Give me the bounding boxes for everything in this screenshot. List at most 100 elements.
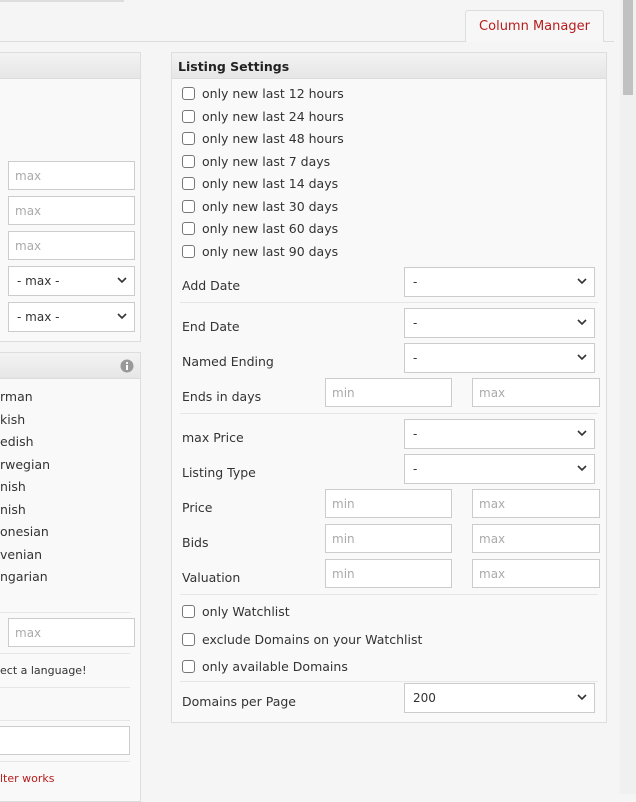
- max-select-2[interactable]: - max -: [8, 302, 135, 332]
- chevron-down-icon: [117, 277, 127, 284]
- only-new-30d-checkbox[interactable]: only new last 30 days: [182, 199, 338, 214]
- only-new-90d-checkbox[interactable]: only new last 90 days: [182, 244, 338, 259]
- add-date-label: Add Date: [182, 278, 241, 293]
- valuation-min[interactable]: [325, 559, 452, 588]
- end-date-select[interactable]: -: [404, 308, 595, 338]
- only-watchlist-checkbox[interactable]: only Watchlist: [182, 604, 290, 619]
- text-input[interactable]: [0, 726, 130, 755]
- chevron-down-icon: [117, 313, 127, 320]
- language-item[interactable]: nish: [0, 476, 50, 499]
- exclude-watchlist-checkbox[interactable]: exclude Domains on your Watchlist: [182, 632, 422, 647]
- checkbox-label: only new last 12 hours: [202, 86, 344, 101]
- checkbox-label: only new last 7 days: [202, 154, 331, 169]
- divider: [0, 687, 130, 688]
- max-input-1[interactable]: [8, 161, 135, 190]
- divider: [180, 681, 598, 682]
- divider: [0, 612, 130, 613]
- only-new-60d-checkbox[interactable]: only new last 60 days: [182, 221, 338, 236]
- bids-max[interactable]: [472, 524, 600, 553]
- scrollbar[interactable]: [620, 0, 636, 794]
- language-item[interactable]: ngarian: [0, 566, 50, 589]
- chevron-down-icon: [577, 430, 587, 437]
- ends-in-days-label: Ends in days: [182, 389, 262, 404]
- chevron-down-icon: [577, 694, 587, 701]
- checkbox[interactable]: [182, 660, 195, 673]
- checkbox[interactable]: [182, 633, 195, 646]
- only-new-48h-checkbox[interactable]: only new last 48 hours: [182, 131, 344, 146]
- language-item[interactable]: onesian: [0, 521, 50, 544]
- max-input-3[interactable]: [8, 231, 135, 260]
- bids-min[interactable]: [325, 524, 452, 553]
- top-tab-border: [0, 0, 124, 2]
- language-list: rman kish edish rwegian nish nish onesia…: [0, 386, 50, 589]
- checkbox-label: only new last 60 days: [202, 221, 339, 236]
- checkbox-label: only new last 30 days: [202, 199, 339, 214]
- ends-in-days-max[interactable]: [472, 378, 600, 407]
- divider: [180, 413, 598, 414]
- chevron-down-icon: [577, 465, 587, 472]
- end-date-label: End Date: [182, 319, 240, 334]
- max-price-label: max Price: [182, 430, 244, 445]
- info-icon[interactable]: [120, 359, 134, 373]
- filter-help-link[interactable]: lter works: [0, 772, 55, 785]
- only-new-12h-checkbox[interactable]: only new last 12 hours: [182, 86, 344, 101]
- checkbox-label: only new last 24 hours: [202, 109, 344, 124]
- panel-header: [0, 353, 140, 379]
- checkbox[interactable]: [182, 245, 195, 258]
- divider: [180, 594, 598, 595]
- checkbox[interactable]: [182, 132, 195, 145]
- max-select-1[interactable]: - max -: [8, 266, 135, 296]
- chevron-down-icon: [577, 278, 587, 285]
- checkbox[interactable]: [182, 200, 195, 213]
- checkbox-label: only new last 90 days: [202, 244, 339, 259]
- panel-header: [0, 53, 140, 79]
- checkbox[interactable]: [182, 87, 195, 100]
- price-min[interactable]: [325, 489, 452, 518]
- domains-per-page-select[interactable]: 200: [404, 683, 595, 713]
- checkbox[interactable]: [182, 110, 195, 123]
- valuation-label: Valuation: [182, 570, 241, 585]
- max-input-4[interactable]: [8, 618, 135, 647]
- chevron-down-icon: [577, 319, 587, 326]
- bids-label: Bids: [182, 535, 209, 550]
- language-item[interactable]: nish: [0, 499, 50, 522]
- checkbox[interactable]: [182, 222, 195, 235]
- price-label: Price: [182, 500, 213, 515]
- language-item[interactable]: kish: [0, 409, 50, 432]
- checkbox-label: only new last 14 days: [202, 176, 339, 191]
- checkbox-label: only available Domains: [202, 659, 348, 674]
- chevron-down-icon: [577, 354, 587, 361]
- valuation-max[interactable]: [472, 559, 600, 588]
- domains-per-page-label: Domains per Page: [182, 694, 296, 709]
- checkbox[interactable]: [182, 177, 195, 190]
- max-price-select[interactable]: -: [404, 419, 595, 449]
- checkbox-label: only Watchlist: [202, 604, 290, 619]
- divider: [0, 653, 130, 654]
- add-date-select[interactable]: -: [404, 267, 595, 297]
- named-ending-label: Named Ending: [182, 354, 274, 369]
- language-item[interactable]: rwegian: [0, 454, 50, 477]
- divider: [180, 302, 598, 303]
- named-ending-select[interactable]: -: [404, 343, 595, 373]
- language-item[interactable]: venian: [0, 544, 50, 567]
- checkbox[interactable]: [182, 605, 195, 618]
- only-new-24h-checkbox[interactable]: only new last 24 hours: [182, 109, 344, 124]
- divider: [0, 761, 130, 762]
- only-available-checkbox[interactable]: only available Domains: [182, 659, 348, 674]
- only-new-14d-checkbox[interactable]: only new last 14 days: [182, 176, 338, 191]
- listing-type-select[interactable]: -: [404, 454, 595, 484]
- divider: [0, 720, 130, 721]
- language-item[interactable]: rman: [0, 386, 50, 409]
- ends-in-days-min[interactable]: [325, 378, 452, 407]
- column-manager-tab[interactable]: Column Manager: [465, 10, 604, 42]
- language-item[interactable]: edish: [0, 431, 50, 454]
- only-new-7d-checkbox[interactable]: only new last 7 days: [182, 154, 330, 169]
- checkbox[interactable]: [182, 155, 195, 168]
- scrollbar-thumb[interactable]: [623, 0, 633, 95]
- checkbox-label: only new last 48 hours: [202, 131, 344, 146]
- max-input-2[interactable]: [8, 196, 135, 225]
- price-max[interactable]: [472, 489, 600, 518]
- listing-type-label: Listing Type: [182, 465, 256, 480]
- checkbox-label: exclude Domains on your Watchlist: [202, 632, 423, 647]
- language-warning: ect a language!: [0, 664, 87, 677]
